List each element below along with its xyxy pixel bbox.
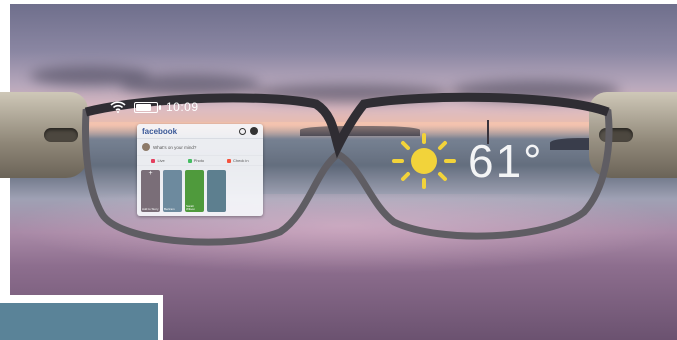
battery-icon [134, 101, 161, 113]
check-in-button[interactable]: Check in [226, 158, 249, 163]
facebook-widget[interactable]: facebook What's on your mind? Live Photo… [137, 124, 263, 216]
wifi-icon [110, 101, 126, 113]
temperature: 61° [468, 135, 544, 187]
weather-widget: 61° [392, 133, 544, 189]
stories-row: + Add to Story Bertram Sarah Wilson [137, 166, 263, 216]
composer[interactable]: What's on your mind? [137, 139, 263, 155]
photo-button[interactable]: Photo [187, 158, 205, 163]
photo-icon [187, 158, 192, 163]
plus-icon: + [148, 170, 153, 177]
story-caption: Bertram [164, 207, 175, 211]
clock-time: 10:09 [166, 100, 199, 114]
facebook-logo: facebook [142, 126, 178, 136]
story-card[interactable]: Bertram [163, 170, 182, 212]
battery-fill [136, 103, 152, 111]
location-icon [226, 158, 231, 163]
story-card-add[interactable]: + Add to Story [141, 170, 160, 212]
messenger-icon[interactable] [250, 127, 258, 135]
story-caption: Add to Story [142, 207, 159, 211]
composer-placeholder: What's on your mind? [153, 144, 197, 150]
caption-banner [0, 303, 158, 340]
facebook-header: facebook [137, 124, 263, 139]
story-card[interactable] [207, 170, 226, 212]
status-bar: 10:09 [110, 100, 199, 114]
live-label: Live [157, 158, 165, 163]
avatar [142, 143, 150, 151]
glasses-frame [82, 92, 613, 246]
story-caption: Sarah Wilson [186, 204, 196, 211]
live-button[interactable]: Live [151, 158, 165, 163]
check-in-label: Check in [232, 158, 249, 163]
composer-actions: Live Photo Check in [137, 155, 263, 166]
battery-tip [159, 104, 161, 110]
photo-label: Photo [193, 158, 205, 163]
story-card[interactable]: Sarah Wilson [185, 170, 204, 212]
video-icon [151, 158, 156, 163]
search-icon[interactable] [239, 127, 246, 135]
sun-icon [392, 133, 456, 189]
